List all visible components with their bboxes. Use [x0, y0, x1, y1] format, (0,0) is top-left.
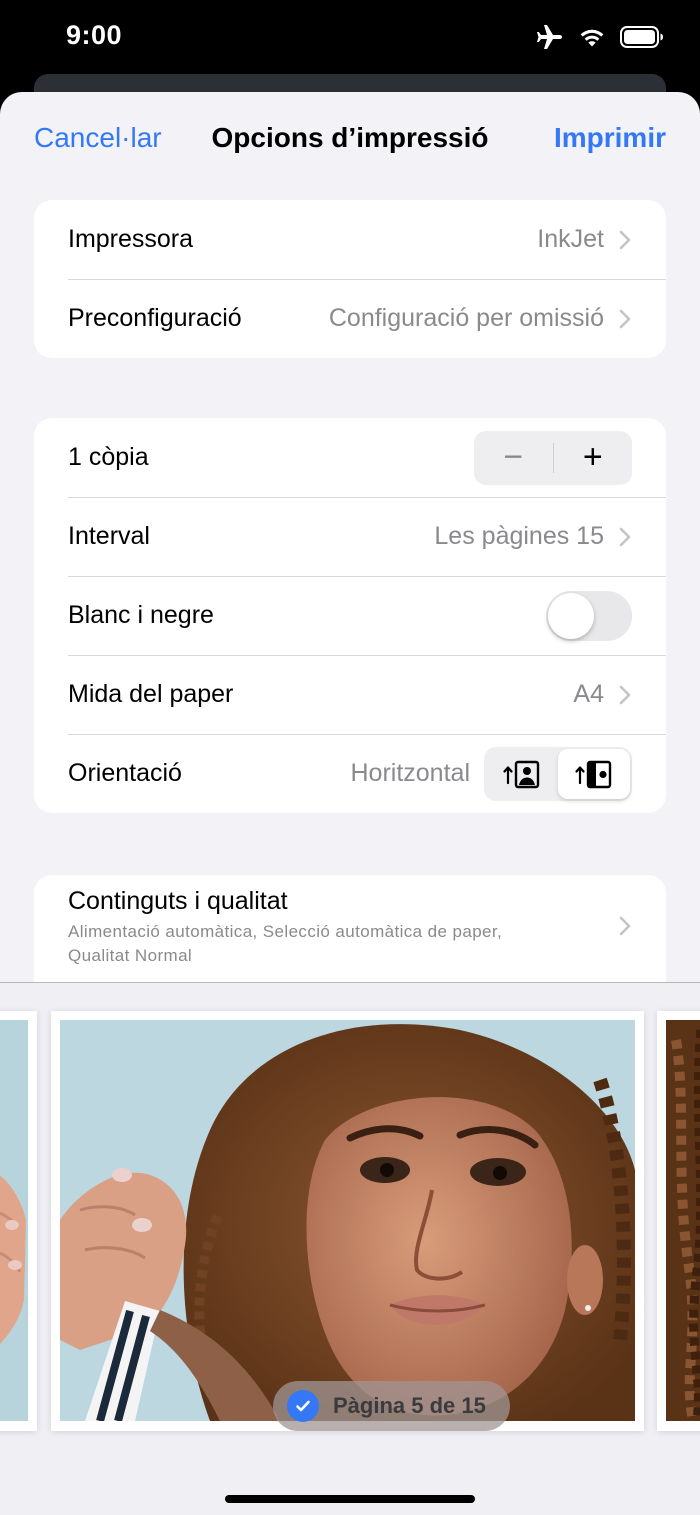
printer-settings-group: Impressora InkJet Preconfiguració Config…: [34, 200, 666, 358]
print-options-group: 1 còpia − + Interval Les pàgines 15 Blan…: [34, 418, 666, 813]
landscape-option[interactable]: [558, 748, 630, 799]
toggle-knob: [548, 592, 594, 639]
paper-size-value: A4: [573, 680, 604, 708]
copies-row: 1 còpia − +: [34, 418, 666, 497]
chevron-right-icon: [619, 916, 631, 936]
preview-page-current[interactable]: Pàgina 5 de 15: [51, 1011, 644, 1431]
printer-row[interactable]: Impressora InkJet: [34, 200, 666, 279]
preview-page-next[interactable]: [657, 1011, 700, 1431]
range-row[interactable]: Interval Les pàgines 15: [34, 497, 666, 576]
copies-label: 1 còpia: [68, 443, 149, 471]
orientation-label: Orientació: [68, 759, 182, 787]
orientation-segmented-control: [484, 746, 632, 801]
page-preview-carousel: Pàgina 5 de 15: [0, 983, 700, 1515]
chevron-right-icon: [619, 685, 631, 704]
preset-label: Preconfiguració: [68, 304, 242, 332]
portrait-option[interactable]: [486, 749, 558, 799]
printer-value: InkJet: [537, 225, 604, 253]
contents-quality-row[interactable]: Continguts i qualitat Alimentació automà…: [34, 875, 666, 975]
home-indicator: [225, 1495, 475, 1503]
black-white-toggle[interactable]: [546, 590, 632, 641]
paper-size-row[interactable]: Mida del paper A4: [34, 655, 666, 734]
contents-quality-group: Continguts i qualitat Alimentació automà…: [34, 875, 666, 985]
page-thumbnail-image: [666, 1020, 700, 1421]
page-thumbnail-image: [0, 1020, 28, 1421]
black-white-row: Blanc i negre: [34, 576, 666, 655]
black-white-label: Blanc i negre: [68, 601, 214, 629]
orientation-row: Orientació Horitzontal: [34, 734, 666, 813]
portrait-orientation-icon: [503, 760, 540, 788]
page-selection-badge[interactable]: Pàgina 5 de 15: [273, 1381, 510, 1431]
checkmark-icon: [287, 1390, 319, 1422]
range-label: Interval: [68, 522, 150, 550]
paper-size-label: Mida del paper: [68, 680, 234, 708]
print-button[interactable]: Imprimir: [554, 122, 666, 154]
page-counter-label: Pàgina 5 de 15: [333, 1393, 486, 1418]
status-time: 9:00: [66, 20, 123, 50]
increment-button[interactable]: +: [554, 431, 633, 485]
preset-row[interactable]: Preconfiguració Configuració per omissió: [34, 279, 666, 358]
preset-value: Configuració per omissió: [328, 304, 604, 332]
printer-label: Impressora: [68, 225, 194, 253]
contents-quality-subtitle-line2: Qualitat Normal: [68, 946, 193, 965]
range-value: Les pàgines 15: [434, 522, 604, 550]
preview-page-previous[interactable]: [0, 1011, 37, 1431]
navigation-bar: Cancel·lar Opcions d’impressió Imprimir: [0, 92, 700, 187]
contents-quality-title: Continguts i qualitat: [68, 887, 288, 915]
wifi-icon: [578, 26, 606, 53]
status-bar: 9:00: [0, 0, 700, 80]
status-icons: [536, 24, 664, 55]
orientation-value: Horitzontal: [350, 759, 471, 787]
landscape-orientation-icon: [575, 760, 612, 788]
contents-quality-subtitle-line1: Alimentació automàtica, Selecció automàt…: [68, 922, 503, 941]
chevron-right-icon: [619, 309, 631, 328]
print-options-sheet: Cancel·lar Opcions d’impressió Imprimir …: [0, 92, 700, 1515]
copies-stepper: − +: [474, 430, 633, 485]
page-thumbnail-image: [60, 1020, 635, 1421]
chevron-right-icon: [619, 527, 631, 546]
battery-icon: [620, 26, 664, 53]
chevron-right-icon: [619, 230, 631, 249]
decrement-button[interactable]: −: [474, 431, 553, 485]
airplane-mode-icon: [536, 24, 564, 55]
